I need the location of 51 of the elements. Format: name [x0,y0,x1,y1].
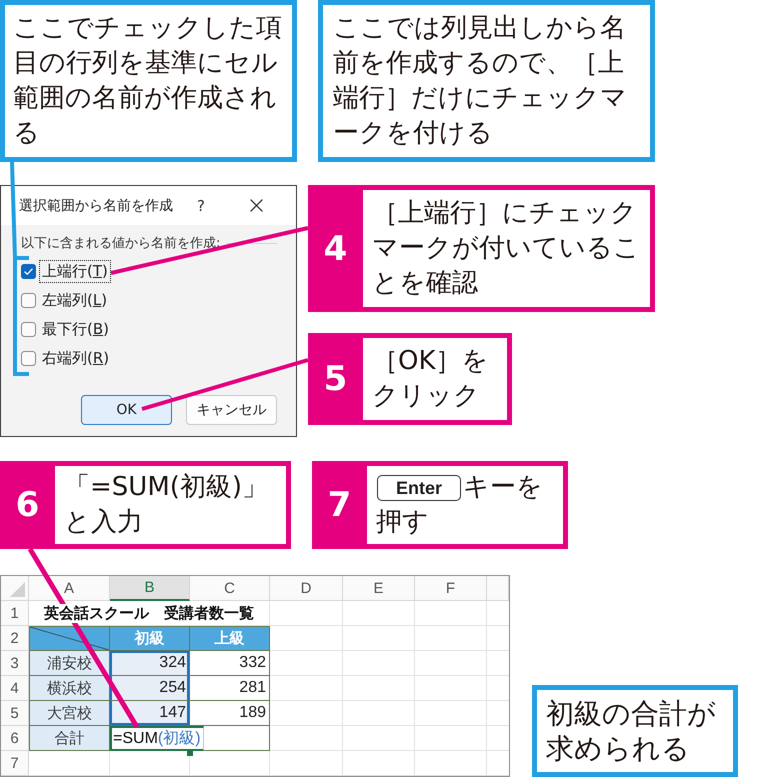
callout-text: Enter キーを押す [376,471,544,539]
checkbox[interactable] [21,264,36,279]
row-header[interactable]: 4 [1,676,29,701]
cancel-button[interactable]: キャンセル [186,395,277,425]
value-cell: 281 [190,676,270,701]
fill-handle-icon[interactable] [187,751,193,756]
value-cell: 332 [190,651,270,676]
option-label[interactable]: 上端行(T) [40,261,110,282]
row-header[interactable]: 1 [1,601,29,626]
column-header[interactable]: D [270,576,343,601]
column-header[interactable]: C [190,576,270,601]
column-header[interactable]: B [110,576,190,601]
callout-text: ［上端行］にチェックマークが付いていることを確認 [372,197,641,300]
callout-text: ［OK］をクリック [372,345,490,413]
value-cell: 324 [110,651,190,676]
label-cell: 大宮校 [29,701,110,726]
ok-button[interactable]: OK [81,395,172,425]
step-number: 6 [16,485,40,525]
formula-input[interactable]: =SUM(初級) [110,726,204,751]
checkbox[interactable] [21,351,36,366]
column-header[interactable]: F [415,576,487,601]
value-cell: 147 [110,701,190,726]
value-cell: 189 [190,701,270,726]
column-header[interactable]: A [29,576,110,601]
header-cell: 初級 [110,626,190,651]
label-cell: 横浜校 [29,676,110,701]
callout-text: 「=SUM(初級)」と入力 [64,471,270,539]
row-header[interactable]: 7 [1,751,29,776]
label-cell: 合計 [29,726,110,751]
header-cell: 上級 [190,626,270,651]
callout-text: ここでは列見出しから名前を作成するので、［上端行］だけにチェックマークを付ける [333,12,628,150]
checkbox[interactable] [21,322,36,337]
value-cell: 254 [110,676,190,701]
checkbox[interactable] [21,293,36,308]
callout-text: ここでチェックした項目の行列を基準にセル範囲の名前が作成される [13,12,283,150]
option-label[interactable]: 左端列(L) [40,290,110,311]
row-header[interactable]: 6 [1,726,29,751]
step-number: 4 [324,228,348,268]
callout-text: 初級の合計が求められる [546,696,717,766]
dialog-title: 選択範囲から名前を作成 [19,196,174,214]
help-button[interactable]: ? [191,196,211,214]
row-header[interactable]: 2 [1,626,29,651]
label-cell: 浦安校 [29,651,110,676]
close-icon[interactable] [250,199,263,212]
column-header[interactable]: E [343,576,415,601]
row-header[interactable]: 5 [1,701,29,726]
step-number: 5 [324,359,348,399]
option-label[interactable]: 右端列(R) [40,348,112,369]
row-header[interactable]: 3 [1,651,29,676]
step-number: 7 [328,485,352,525]
option-label[interactable]: 最下行(B) [40,319,112,340]
